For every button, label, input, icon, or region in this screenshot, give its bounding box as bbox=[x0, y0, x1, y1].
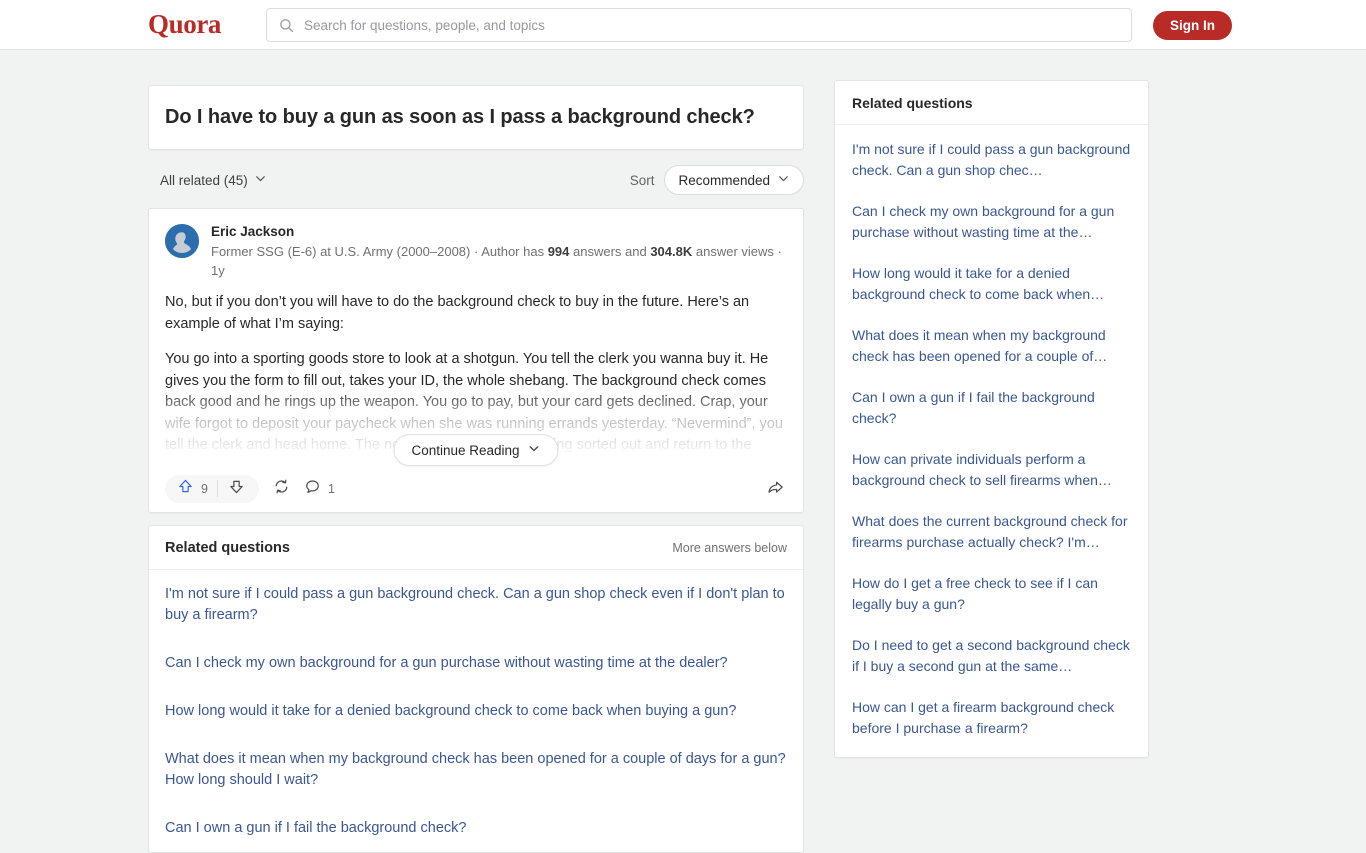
answer-actions: 9 1 bbox=[149, 465, 803, 512]
list-item[interactable]: How do I get a free check to see if I ca… bbox=[835, 563, 1148, 625]
chevron-down-icon bbox=[254, 172, 267, 188]
byline-text: Eric Jackson Former SSG (E-6) at U.S. Ar… bbox=[211, 223, 787, 280]
chevron-down-icon bbox=[528, 442, 541, 458]
related-questions-card: Related questions More answers below I'm… bbox=[148, 525, 804, 853]
upvote-count: 9 bbox=[201, 481, 208, 496]
main-column: Do I have to buy a gun as soon as I pass… bbox=[148, 85, 804, 853]
comment-count: 1 bbox=[327, 481, 335, 496]
sidebar-related-questions-list: I'm not sure if I could pass a gun backg… bbox=[835, 125, 1148, 757]
list-item[interactable]: I'm not sure if I could pass a gun backg… bbox=[835, 129, 1148, 191]
page-body: Do I have to buy a gun as soon as I pass… bbox=[0, 50, 1366, 853]
right-sidebar: Related questions I'm not sure if I coul… bbox=[834, 80, 1149, 758]
vote-pill: 9 bbox=[165, 474, 259, 503]
sort-group: Sort Recommended bbox=[630, 165, 804, 195]
sort-dropdown[interactable]: Recommended bbox=[664, 165, 804, 195]
page-title: Do I have to buy a gun as soon as I pass… bbox=[165, 106, 755, 128]
sidebar-related-questions-card: Related questions I'm not sure if I coul… bbox=[834, 80, 1149, 758]
sort-value: Recommended bbox=[678, 172, 770, 188]
continue-reading-label: Continue Reading bbox=[411, 442, 520, 458]
search-bar[interactable] bbox=[266, 8, 1132, 42]
quora-logo[interactable]: Quora bbox=[148, 9, 221, 40]
filter-row: All related (45) Sort Recommended bbox=[160, 164, 804, 196]
answer-content: Eric Jackson Former SSG (E-6) at U.S. Ar… bbox=[149, 209, 803, 466]
comment-icon bbox=[304, 478, 321, 500]
upvote-button[interactable]: 9 bbox=[169, 475, 217, 503]
all-related-dropdown[interactable]: All related (45) bbox=[160, 172, 267, 188]
list-item[interactable]: How can private individuals perform a ba… bbox=[835, 439, 1148, 501]
all-related-label: All related (45) bbox=[160, 172, 248, 188]
comment-button[interactable]: 1 bbox=[304, 478, 335, 500]
list-item[interactable]: I'm not sure if I could pass a gun backg… bbox=[149, 570, 803, 639]
avatar[interactable] bbox=[165, 224, 199, 258]
list-item[interactable]: Do I need to get a second background che… bbox=[835, 625, 1148, 687]
answer-body: No, but if you don’t you will have to do… bbox=[165, 292, 787, 466]
share-icon bbox=[766, 481, 785, 501]
search-icon bbox=[279, 18, 294, 33]
related-questions-header: Related questions More answers below bbox=[149, 526, 803, 570]
credential-prefix: Former SSG (E-6) at U.S. Army (2000–2008… bbox=[211, 244, 548, 259]
list-item[interactable]: Can I own a gun if I fail the background… bbox=[835, 377, 1148, 439]
more-answers-below-label: More answers below bbox=[672, 541, 787, 555]
list-item[interactable]: What does it mean when my background che… bbox=[835, 315, 1148, 377]
list-item[interactable]: What does the current background check f… bbox=[835, 501, 1148, 563]
sign-in-button[interactable]: Sign In bbox=[1153, 11, 1232, 40]
chevron-down-icon bbox=[777, 172, 790, 188]
sort-label: Sort bbox=[629, 172, 655, 188]
list-item[interactable]: What does it mean when my background che… bbox=[149, 735, 803, 804]
related-questions-title: Related questions bbox=[165, 540, 290, 556]
answers-count: 994 bbox=[547, 244, 570, 259]
sidebar-related-questions-title: Related questions bbox=[835, 81, 1148, 125]
answer-paragraph: No, but if you don’t you will have to do… bbox=[165, 294, 750, 332]
views-count: 304.8K bbox=[650, 244, 693, 259]
credential-mid: answers and bbox=[569, 244, 651, 259]
list-item[interactable]: How can I get a firearm background check… bbox=[835, 687, 1148, 749]
list-item[interactable]: How long would it take for a denied back… bbox=[149, 687, 803, 735]
downvote-icon bbox=[228, 478, 245, 500]
search-input[interactable] bbox=[294, 17, 1131, 33]
repost-button[interactable] bbox=[273, 478, 290, 500]
share-button[interactable] bbox=[766, 478, 785, 502]
list-item[interactable]: Can I check my own background for a gun … bbox=[149, 639, 803, 687]
author-credential: Former SSG (E-6) at U.S. Army (2000–2008… bbox=[211, 242, 787, 280]
list-item[interactable]: Can I check my own background for a gun … bbox=[835, 191, 1148, 253]
list-item[interactable]: Can I own a gun if I fail the background… bbox=[149, 804, 803, 852]
author-byline: Eric Jackson Former SSG (E-6) at U.S. Ar… bbox=[165, 223, 787, 280]
repost-icon bbox=[273, 478, 290, 500]
list-item[interactable]: How long would it take for a denied back… bbox=[835, 253, 1148, 315]
author-name[interactable]: Eric Jackson bbox=[211, 223, 787, 241]
question-card: Do I have to buy a gun as soon as I pass… bbox=[148, 85, 804, 150]
downvote-button[interactable] bbox=[218, 475, 255, 503]
upvote-icon bbox=[177, 478, 194, 500]
site-header: Quora Sign In bbox=[0, 0, 1366, 50]
continue-reading-button[interactable]: Continue Reading bbox=[393, 434, 559, 466]
answer-card: Eric Jackson Former SSG (E-6) at U.S. Ar… bbox=[148, 208, 804, 513]
